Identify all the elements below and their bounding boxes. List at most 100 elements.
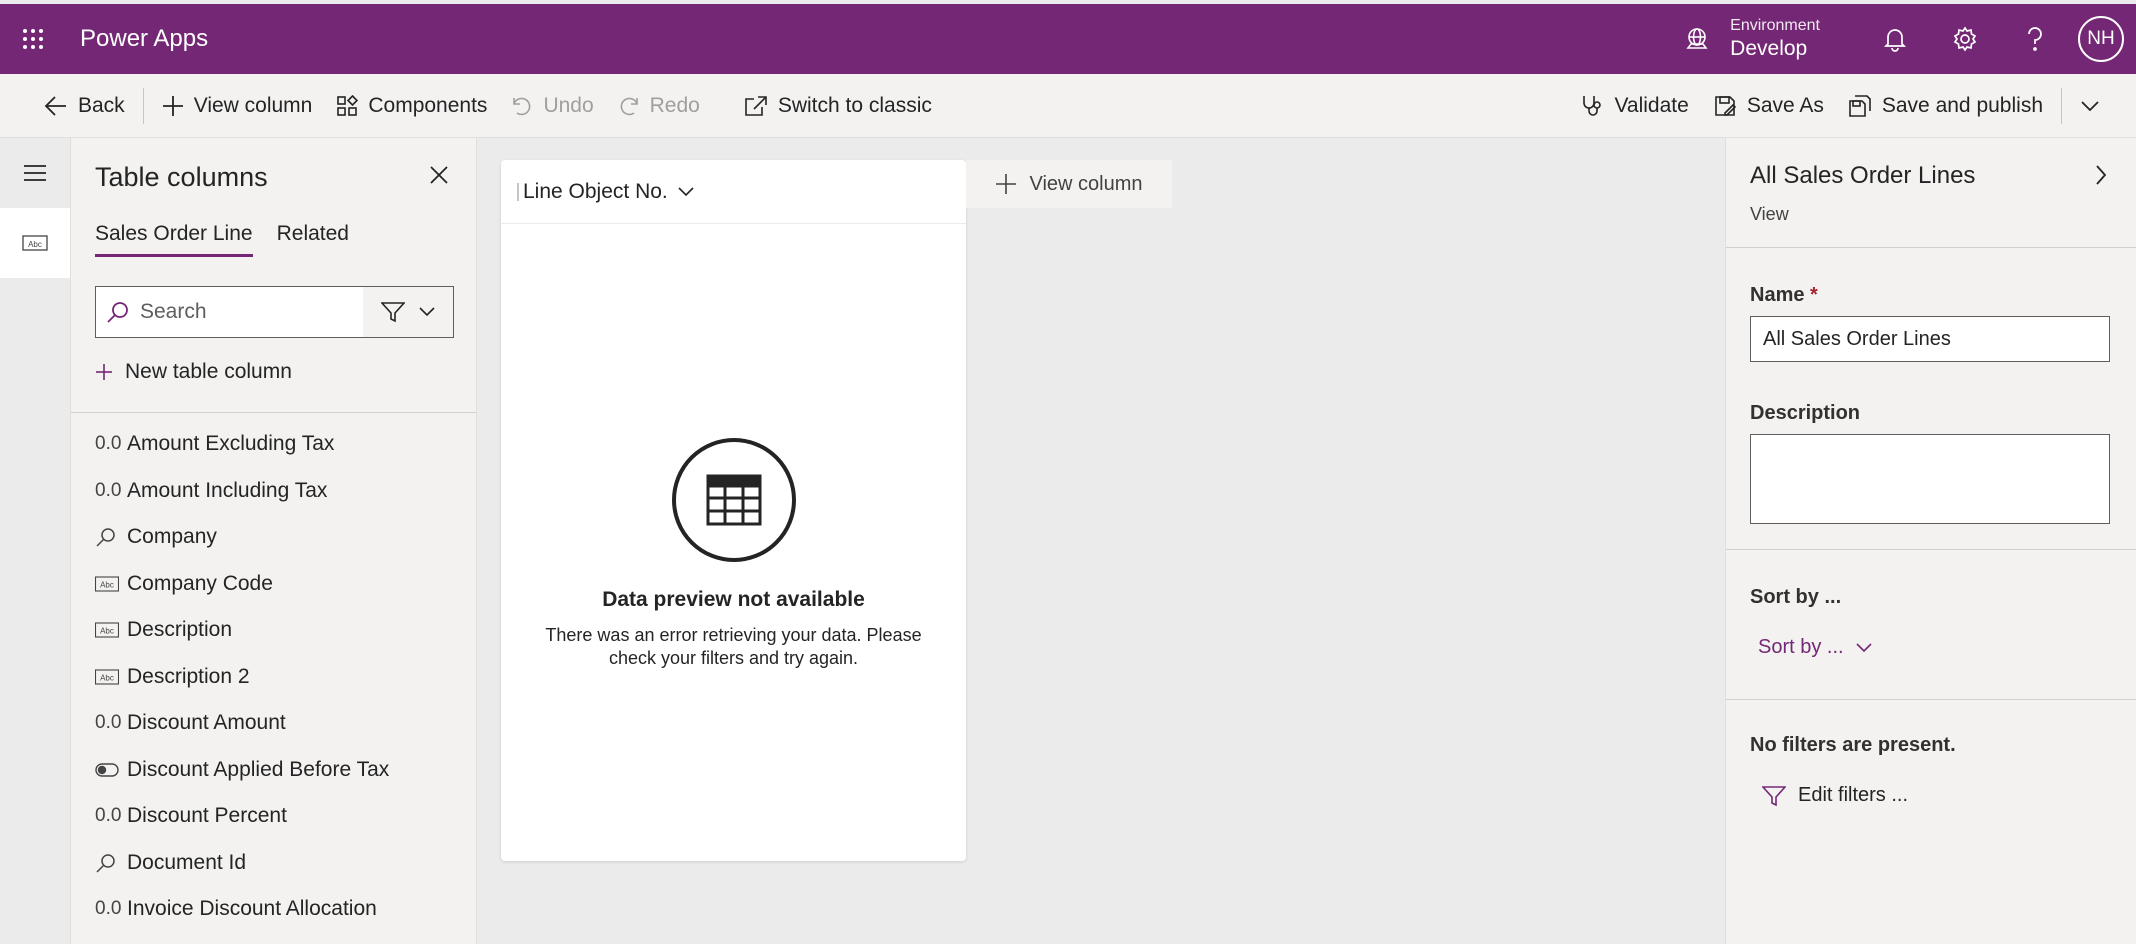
list-item[interactable]: 0.0 Discount Percent: [95, 793, 465, 840]
components-button[interactable]: Components: [324, 74, 499, 138]
lookup-icon: [95, 526, 119, 548]
back-button[interactable]: Back: [0, 74, 137, 138]
validate-button[interactable]: Validate: [1568, 74, 1700, 138]
table-grid-icon: [671, 438, 796, 562]
switch-to-classic-label: Switch to classic: [777, 93, 932, 117]
edit-filters-button[interactable]: Edit filters ...: [1762, 784, 1908, 807]
list-item[interactable]: 0.0 Invoice Discount Allocation: [95, 886, 465, 933]
name-label-text: Name: [1750, 284, 1805, 306]
search-box: [95, 286, 454, 338]
svg-text:Abc: Abc: [100, 673, 114, 682]
filter-icon: [381, 302, 405, 323]
save-and-publish-button[interactable]: Save and publish: [1836, 74, 2055, 138]
list-item[interactable]: Company: [95, 514, 465, 561]
svg-text:Abc: Abc: [100, 627, 114, 636]
close-icon[interactable]: [424, 160, 454, 190]
new-table-column-label: New table column: [125, 360, 292, 383]
avatar[interactable]: NH: [2078, 16, 2124, 62]
sort-by-dropdown[interactable]: Sort by ...: [1758, 636, 1872, 659]
redo-label: Redo: [649, 93, 700, 117]
chevron-right-icon[interactable]: [2086, 160, 2116, 190]
notifications-bell-icon[interactable]: [1860, 4, 1930, 74]
panel-tabs: Sales Order Line Related: [95, 222, 373, 257]
preview-title: Data preview not available: [602, 588, 865, 611]
open-external-icon: [745, 95, 767, 116]
divider: [1726, 699, 2136, 700]
column-label: Document Id: [127, 850, 247, 874]
plus-icon: [996, 174, 1017, 194]
svg-text:Abc: Abc: [28, 240, 42, 249]
view-grid: Line Object No. Data preview not availab…: [501, 160, 966, 861]
undo-icon: [513, 97, 531, 115]
chevron-down-icon: [419, 307, 435, 317]
top-bar: Power Apps Environment Develop NH: [0, 4, 2136, 74]
column-label: Discount Applied Before Tax: [127, 757, 390, 781]
tab-related[interactable]: Related: [277, 222, 349, 257]
validate-label: Validate: [1614, 93, 1689, 117]
undo-label: Undo: [543, 93, 594, 117]
properties-subtitle: View: [1750, 204, 1789, 224]
hamburger-menu-icon[interactable]: [0, 138, 70, 208]
column-label: Discount Percent: [127, 804, 287, 828]
environment-picker[interactable]: Environment Develop: [1682, 17, 1820, 61]
save-and-publish-label: Save and publish: [1881, 93, 2043, 117]
column-label: Amount Including Tax: [127, 478, 328, 502]
list-item[interactable]: Discount Applied Before Tax: [95, 747, 465, 794]
description-field[interactable]: [1750, 434, 2110, 524]
name-label: Name *: [1750, 284, 1818, 307]
list-item[interactable]: Abc Description 2: [95, 654, 465, 701]
column-label: Description: [127, 618, 233, 642]
components-icon: [337, 94, 359, 116]
settings-gear-icon[interactable]: [1930, 4, 2000, 74]
no-filters-text: No filters are present.: [1750, 734, 1956, 756]
sort-by-label: Sort by ...: [1750, 586, 1842, 608]
help-question-icon[interactable]: [2000, 4, 2070, 74]
app-launcher-icon[interactable]: [0, 4, 66, 74]
redo-button[interactable]: Redo: [606, 74, 712, 138]
list-item[interactable]: 0.0 Discount Amount: [95, 700, 465, 747]
filter-icon: [1762, 785, 1786, 806]
divider: [1726, 247, 2136, 248]
list-item[interactable]: 0.0 Amount Including Tax: [95, 468, 465, 515]
save-as-button[interactable]: Save As: [1701, 74, 1836, 138]
new-table-column-button[interactable]: New table column: [95, 360, 292, 384]
column-label: Company Code: [127, 571, 273, 595]
list-item[interactable]: 0.0 Amount Excluding Tax: [95, 421, 465, 468]
column-header[interactable]: Line Object No.: [501, 160, 966, 224]
more-commands-chevron-icon[interactable]: [2068, 74, 2136, 138]
tab-sales-order-line[interactable]: Sales Order Line: [95, 222, 253, 257]
edit-filters-label: Edit filters ...: [1798, 784, 1909, 806]
table-columns-icon[interactable]: Abc: [0, 208, 70, 278]
divider: [1726, 549, 2136, 550]
resize-handle[interactable]: [517, 182, 521, 201]
filter-dropdown-button[interactable]: [363, 287, 453, 337]
divider: [71, 412, 476, 413]
required-marker: *: [1810, 284, 1818, 306]
list-item[interactable]: Abc Description: [95, 607, 465, 654]
components-label: Components: [368, 93, 488, 117]
name-field[interactable]: [1750, 316, 2110, 362]
environment-label: Environment: [1730, 17, 1820, 34]
divider: [2061, 87, 2062, 124]
chevron-down-icon[interactable]: [678, 186, 694, 197]
left-rail: Abc: [0, 138, 70, 944]
save-publish-icon: [1849, 94, 1871, 117]
column-label: Discount Amount: [127, 711, 286, 735]
search-input[interactable]: [140, 300, 360, 324]
environment-icon: [1682, 24, 1712, 54]
app-name[interactable]: Power Apps: [80, 25, 208, 53]
list-item[interactable]: Abc Company Code: [95, 561, 465, 608]
switch-to-classic-button[interactable]: Switch to classic: [732, 74, 944, 138]
view-column-button[interactable]: View column: [150, 74, 325, 138]
add-view-column-label: View column: [1029, 172, 1143, 195]
undo-button[interactable]: Undo: [499, 74, 605, 138]
decimal-icon: 0.0: [95, 479, 122, 501]
decimal-icon: 0.0: [95, 898, 122, 920]
list-item[interactable]: Document Id: [95, 840, 465, 887]
svg-text:Abc: Abc: [100, 580, 114, 589]
text-abc-icon: Abc: [95, 576, 119, 592]
text-abc-icon: Abc: [95, 669, 119, 685]
add-view-column-button[interactable]: View column: [966, 160, 1172, 208]
column-list: 0.0 Amount Excluding Tax 0.0 Amount Incl…: [95, 421, 465, 933]
divider: [142, 87, 144, 124]
